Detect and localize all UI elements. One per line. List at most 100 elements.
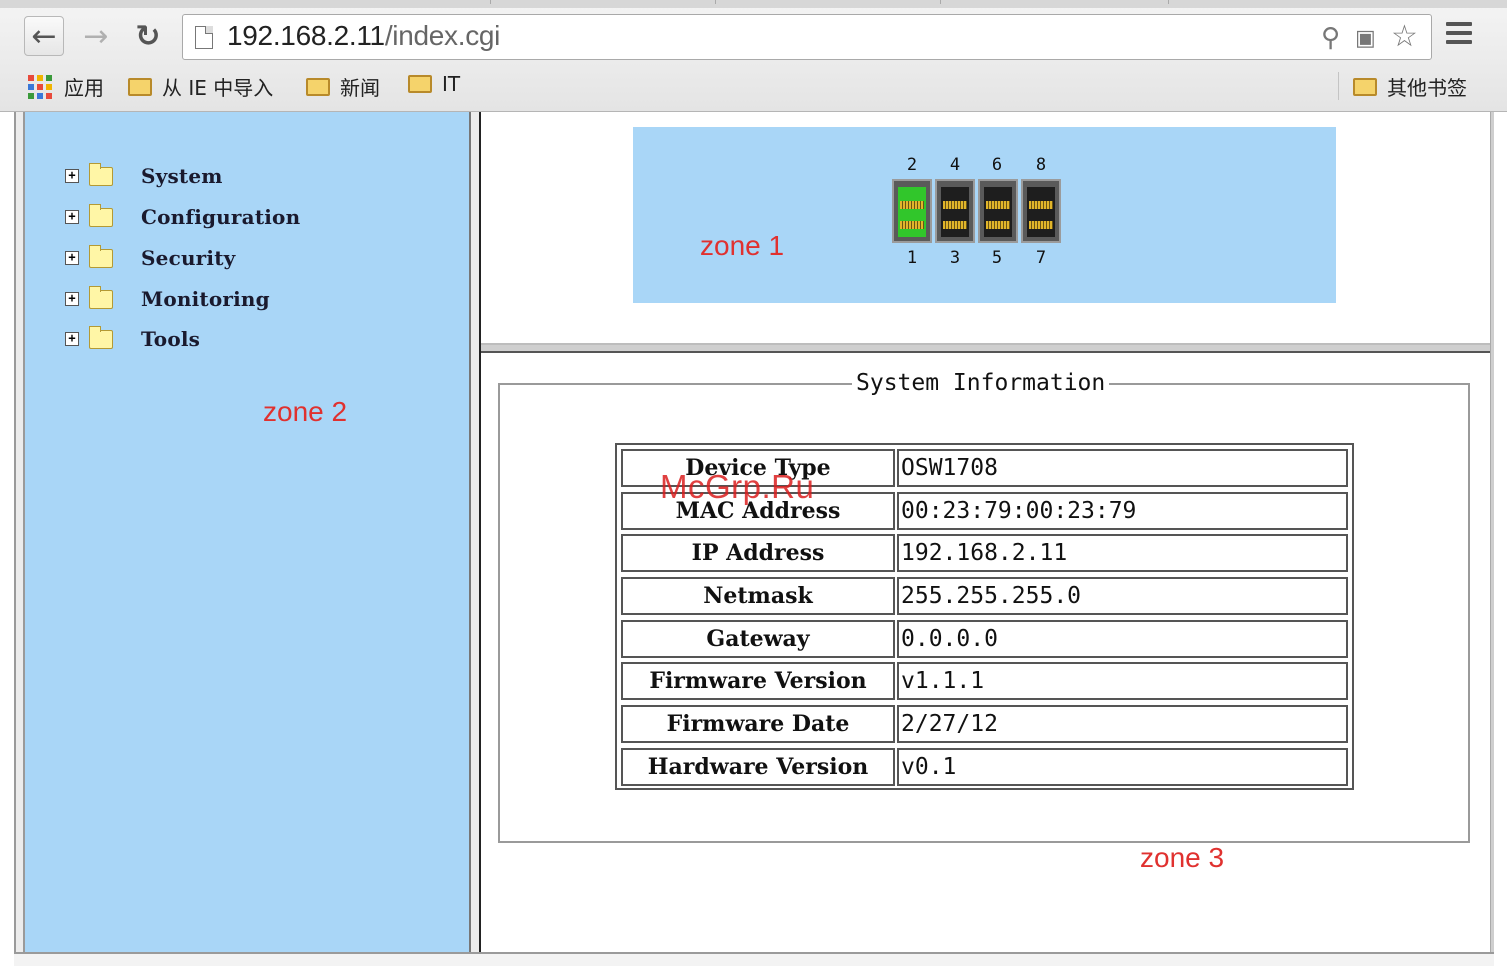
watermark: McGrp.Ru [660,468,815,505]
reload-icon: ↻ [135,18,161,54]
row-key: Netmask [621,577,895,616]
forward-button[interactable]: → [76,16,116,56]
port-jack [941,187,969,237]
port-pins [900,201,924,209]
table-row: Firmware Version v1.1.1 [619,660,1350,703]
plus-icon[interactable]: + [65,169,79,183]
frame-border-right [1490,112,1494,955]
bookmarks-bar: 应用 从 IE 中导入 新闻 IT 其他书签 [0,64,1507,104]
menu-icon-bar [1446,40,1472,44]
bookmark-label: IT [442,72,461,96]
row-value: v0.1 [897,747,1348,786]
port-4[interactable] [935,179,975,243]
bookmark-label: 其他书签 [1387,76,1467,100]
zone-2-label: zone 2 [263,396,348,427]
tab-edge [1168,0,1169,4]
address-bar[interactable]: 192.168.2.11/index.cgi ⚲ ▣ ☆ [182,14,1432,60]
nav-tree-panel: + System + Configuration + Security + Mo… [25,112,469,952]
bookmark-label: 新闻 [340,76,380,100]
tree-item-label[interactable]: Tools [141,327,200,351]
url-path: /index.cgi [384,20,501,51]
bookmark-label: 应用 [64,76,104,100]
folder-icon [1353,77,1377,96]
menu-icon-bar [1446,22,1472,26]
row-value: 192.168.2.11 [897,534,1348,573]
row-key: Firmware Date [621,705,895,744]
folder-icon [89,325,113,349]
bookmark-import-ie[interactable]: 从 IE 中导入 [128,72,273,101]
tree-item-system[interactable]: + System [65,161,223,191]
row-key: Gateway [621,619,895,658]
port-number: 1 [906,248,918,268]
frame-splitter-horizontal[interactable] [481,343,1490,353]
zone-3-label: zone 3 [1140,842,1225,873]
star-icon[interactable]: ☆ [1391,19,1418,54]
row-value: 255.255.255.0 [897,577,1348,616]
folder-icon [89,285,113,309]
url-host: 192.168.2.11 [227,20,385,51]
port-jack [1027,187,1055,237]
tab-edge [490,0,491,4]
plus-icon[interactable]: + [65,292,79,306]
port-number: 2 [906,155,918,175]
table-row: Firmware Date 2/27/12 [619,703,1350,746]
plus-icon[interactable]: + [65,210,79,224]
port-number: 4 [949,155,961,175]
row-key: IP Address [621,534,895,573]
port-jack [898,187,926,237]
row-value: 0.0.0.0 [897,619,1348,658]
tree-item-label[interactable]: Monitoring [141,287,270,311]
bookmark-news[interactable]: 新闻 [306,72,380,101]
port-pins [943,221,967,229]
bookmark-label: 从 IE 中导入 [162,76,274,100]
table-row: Netmask 255.255.255.0 [619,575,1350,618]
row-value: OSW1708 [897,449,1348,487]
bookmark-it[interactable]: IT [408,72,460,96]
port-number: 5 [991,248,1003,268]
tree-item-configuration[interactable]: + Configuration [65,202,300,232]
menu-icon-bar [1446,31,1472,35]
page-icon [195,26,213,49]
zone-1-label: zone 1 [700,230,785,261]
tree-item-label[interactable]: Security [141,246,235,270]
bookmark-apps[interactable]: 应用 [28,72,104,101]
folder-icon [128,77,152,96]
row-key: Hardware Version [621,747,895,786]
bookmark-other[interactable]: 其他书签 [1353,72,1467,101]
port-2[interactable] [892,179,932,243]
tree-item-label[interactable]: Configuration [141,205,300,229]
system-info-title: System Information [852,370,1110,396]
translate-icon[interactable]: ▣ [1355,26,1376,51]
frame-border-left [14,112,25,955]
port-pins [943,201,967,209]
row-key: Firmware Version [621,662,895,701]
url-text[interactable]: 192.168.2.11/index.cgi [227,20,500,52]
tree-item-label[interactable]: System [141,164,223,188]
row-value: v1.1.1 [897,662,1348,701]
port-pins [986,201,1010,209]
table-row: Hardware Version v0.1 [619,746,1350,789]
port-6[interactable] [978,179,1018,243]
plus-icon[interactable]: + [65,251,79,265]
folder-icon [89,244,113,268]
folder-icon [89,162,113,186]
back-button[interactable]: ← [24,16,64,56]
tree-item-monitoring[interactable]: + Monitoring [65,284,270,314]
browser-chrome: ← → ↻ 192.168.2.11/index.cgi ⚲ ▣ ☆ 应用 从 … [0,0,1507,112]
folder-icon [408,75,432,93]
port-number: 3 [949,248,961,268]
port-pins [1029,201,1053,209]
port-pins [900,221,924,229]
menu-button[interactable] [1446,22,1472,48]
key-icon[interactable]: ⚲ [1321,23,1340,53]
reload-button[interactable]: ↻ [128,16,168,56]
folder-icon [306,77,330,96]
tree-item-tools[interactable]: + Tools [65,324,200,354]
plus-icon[interactable]: + [65,332,79,346]
port-8[interactable] [1021,179,1061,243]
arrow-right-icon: → [83,18,109,54]
folder-icon [89,203,113,227]
frame-splitter-vertical[interactable] [469,112,481,952]
tree-item-security[interactable]: + Security [65,243,235,273]
apps-icon [28,74,52,99]
